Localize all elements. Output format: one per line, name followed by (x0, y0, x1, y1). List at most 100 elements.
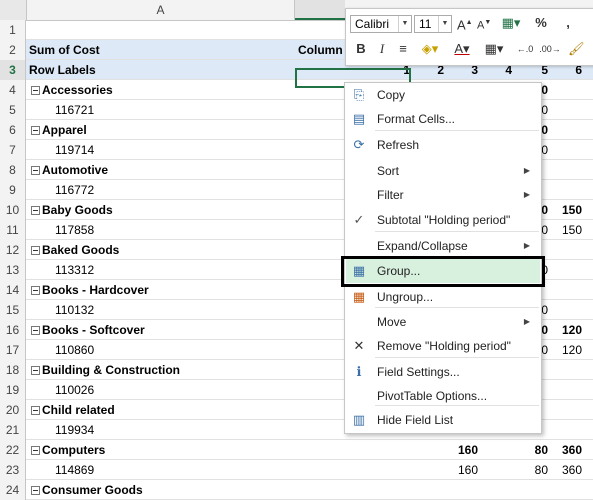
row-number[interactable]: 4 (0, 80, 26, 100)
column-header-a[interactable]: A (27, 0, 295, 20)
chevron-down-icon[interactable]: ▼ (398, 16, 411, 32)
value-cell-c5[interactable]: 80 (518, 460, 548, 480)
row-number[interactable]: 16 (0, 320, 26, 340)
decrease-decimal-icon[interactable]: .00→ (539, 41, 561, 57)
collapse-icon[interactable] (31, 286, 40, 296)
row-number[interactable]: 24 (0, 480, 26, 500)
row-number[interactable]: 14 (0, 280, 26, 300)
increase-decimal-icon[interactable]: ←.0 (514, 41, 536, 57)
row-number[interactable]: 18 (0, 360, 26, 380)
group-row-label[interactable]: Computers (27, 440, 294, 460)
menu-item-ungroup[interactable]: ▦ Ungroup... (346, 285, 540, 309)
item-row-label[interactable]: 110860 (27, 340, 294, 360)
column-labels-header[interactable]: Column (298, 40, 348, 60)
row-number[interactable]: 2 (0, 40, 26, 60)
item-row-label[interactable]: 110132 (27, 300, 294, 320)
row-number[interactable]: 23 (0, 460, 26, 480)
menu-item-remove-holding-period[interactable]: ✕ Remove "Holding period" (346, 334, 540, 358)
row-number[interactable]: 10 (0, 200, 26, 220)
menu-item-copy[interactable]: ⎘ Copy (346, 83, 540, 107)
percent-style-icon[interactable]: % (534, 15, 548, 31)
menu-item-move[interactable]: Move ▶ (346, 310, 540, 334)
borders-icon[interactable]: ▦▾ (482, 41, 506, 57)
bold-icon[interactable]: B (354, 41, 368, 57)
row-labels-header-cell[interactable]: Row Labels▼ (27, 60, 294, 80)
row-number[interactable]: 1 (0, 20, 26, 40)
increase-font-icon[interactable]: A▲ (457, 15, 473, 33)
menu-item-hide-field-list[interactable]: ▥ Hide Field List (346, 408, 540, 432)
collapse-icon[interactable] (31, 86, 40, 96)
collapse-icon[interactable] (31, 366, 40, 376)
row-number[interactable]: 21 (0, 420, 26, 440)
collapse-icon[interactable] (31, 206, 40, 216)
values-header-cell[interactable]: Sum of Cost (27, 40, 294, 60)
group-row-label[interactable]: Building & Construction (27, 360, 294, 380)
row-number[interactable]: 20 (0, 400, 26, 420)
row-number[interactable]: 5 (0, 100, 26, 120)
group-row-label[interactable]: Baby Goods (27, 200, 294, 220)
group-row-label[interactable]: Baked Goods (27, 240, 294, 260)
chevron-down-icon[interactable]: ▼ (438, 16, 451, 32)
row-number[interactable]: 11 (0, 220, 26, 240)
value-cell-c6[interactable]: 150 (552, 220, 582, 240)
menu-item-sort[interactable]: Sort ▶ (346, 159, 540, 183)
value-cell-c6[interactable]: 120 (552, 320, 582, 340)
row-number[interactable]: 22 (0, 440, 26, 460)
font-color-icon[interactable]: A▾ (450, 41, 474, 57)
row-number[interactable]: 8 (0, 160, 26, 180)
row-number[interactable]: 17 (0, 340, 26, 360)
menu-item-field-settings[interactable]: ℹ Field Settings... (346, 360, 540, 384)
item-row-label[interactable]: 113312 (27, 260, 294, 280)
value-cell-c6[interactable]: 360 (552, 440, 582, 460)
item-row-label[interactable]: 117858 (27, 220, 294, 240)
comma-style-icon[interactable]: , (561, 15, 575, 31)
value-cell-c6[interactable]: 120 (552, 340, 582, 360)
row-number[interactable]: 19 (0, 380, 26, 400)
row-number[interactable]: 12 (0, 240, 26, 260)
value-cell-c3[interactable]: 160 (448, 460, 478, 480)
menu-item-filter[interactable]: Filter ▶ (346, 183, 540, 207)
item-row-label[interactable]: 119934 (27, 420, 294, 440)
fill-color-icon[interactable]: ◈▾ (418, 41, 442, 57)
group-row-label[interactable]: Books - Softcover (27, 320, 294, 340)
italic-icon[interactable]: I (375, 41, 389, 57)
group-row-label[interactable]: Accessories (27, 80, 294, 100)
item-row-label[interactable]: 110026 (27, 380, 294, 400)
row-number[interactable]: 6 (0, 120, 26, 140)
collapse-icon[interactable] (31, 326, 40, 336)
row-number[interactable]: 9 (0, 180, 26, 200)
select-all-corner[interactable] (0, 0, 27, 20)
item-row-label[interactable]: 119714 (27, 140, 294, 160)
item-row-label[interactable]: 116772 (27, 180, 294, 200)
group-row-label[interactable]: Consumer Goods (27, 480, 294, 500)
group-row-label[interactable]: Books - Hardcover (27, 280, 294, 300)
value-cell-c6[interactable]: 150 (552, 200, 582, 220)
value-cell-c5[interactable]: 80 (518, 440, 548, 460)
column-header-b[interactable] (295, 0, 345, 20)
format-painter-icon[interactable]: 🖌 (568, 41, 585, 57)
collapse-icon[interactable] (31, 246, 40, 256)
row-number[interactable]: 13 (0, 260, 26, 280)
value-cell-c6[interactable]: 360 (552, 460, 582, 480)
collapse-icon[interactable] (31, 126, 40, 136)
menu-item-pivottable-options[interactable]: PivotTable Options... (346, 384, 540, 408)
empty-cell[interactable] (27, 20, 294, 40)
font-size-box[interactable]: 11 ▼ (414, 15, 452, 33)
row-number[interactable]: 7 (0, 140, 26, 160)
row-number[interactable]: 3 (0, 60, 26, 80)
menu-item-format-cells[interactable]: ▤ Format Cells... (346, 107, 540, 131)
menu-item-refresh[interactable]: ⟳ Refresh (346, 133, 540, 157)
number-format-icon[interactable]: ▦▾ (499, 15, 523, 31)
value-cell-c3[interactable]: 160 (448, 440, 478, 460)
collapse-icon[interactable] (31, 446, 40, 456)
font-name-box[interactable]: Calibri ▼ (350, 15, 412, 33)
group-row-label[interactable]: Child related (27, 400, 294, 420)
row-number[interactable]: 15 (0, 300, 26, 320)
align-center-icon[interactable]: ≡ (396, 41, 410, 57)
collapse-icon[interactable] (31, 166, 40, 176)
item-row-label[interactable]: 116721 (27, 100, 294, 120)
menu-item-subtotal-holding-period[interactable]: ✓ Subtotal "Holding period" (346, 208, 540, 232)
decrease-font-icon[interactable]: A▼ (477, 15, 491, 34)
item-row-label[interactable]: 114869 (27, 460, 294, 480)
menu-item-expand-collapse[interactable]: Expand/Collapse ▶ (346, 234, 540, 258)
